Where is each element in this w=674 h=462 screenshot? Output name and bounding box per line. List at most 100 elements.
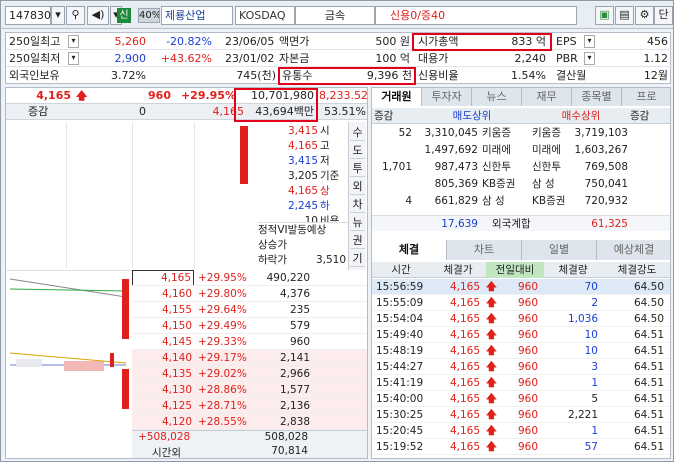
trade-row: 15:55:09 4,165 🡅 960 2 64.50 bbox=[372, 295, 670, 311]
side-tab[interactable]: 투 bbox=[350, 160, 365, 177]
broker-change bbox=[372, 176, 412, 192]
value-change-price: 4,165 bbox=[212, 105, 245, 118]
trade-col-strength: 체결강도 bbox=[617, 264, 657, 276]
excel-icon[interactable]: ▣ bbox=[595, 6, 614, 25]
trade-col-price: 체결가 bbox=[443, 264, 473, 276]
ladder-row[interactable]: 4,150 +29.49% 579 bbox=[132, 318, 367, 334]
trade-strength: 64.51 bbox=[633, 393, 664, 405]
ladder-row[interactable]: 4,130 +28.86% 1,577 bbox=[132, 382, 367, 398]
layout-icon[interactable]: ▤ bbox=[615, 6, 634, 25]
side-tab[interactable]: 외 bbox=[350, 178, 365, 195]
ladder-row[interactable]: 4,160 +29.80% 4,376 bbox=[132, 286, 367, 302]
dropdown-arrow-icon[interactable]: ▾ bbox=[584, 52, 595, 65]
label-250-low: 250일최저 bbox=[9, 52, 61, 65]
search-icon[interactable]: ⚲ bbox=[66, 6, 85, 25]
label-capital: 자본금 bbox=[279, 52, 310, 65]
trade-diff: 960 bbox=[517, 441, 538, 453]
trade-price: 4,165 bbox=[449, 393, 480, 405]
ladder-row[interactable]: 4,125 +28.71% 2,136 bbox=[132, 398, 367, 414]
side-tab[interactable]: 권 bbox=[350, 232, 365, 249]
ladder-row[interactable]: 4,135 +29.02% 2,966 bbox=[132, 366, 367, 382]
side-tab[interactable]: 차 bbox=[350, 196, 365, 213]
dropdown-arrow-icon[interactable]: ▾ bbox=[584, 35, 595, 48]
ladder-row[interactable]: 4,165 +29.95% 490,220 bbox=[132, 270, 367, 286]
trade-time: 15:54:04 bbox=[376, 313, 424, 325]
summary-key: 저 bbox=[320, 155, 330, 167]
trade-row: 15:40:00 4,165 🡅 960 5 64.51 bbox=[372, 391, 670, 407]
broker-tab[interactable]: 투자자 bbox=[422, 88, 472, 106]
side-tab[interactable]: 도 bbox=[350, 142, 365, 159]
trade-price: 4,165 bbox=[449, 329, 480, 341]
trade-qty: 1,036 bbox=[567, 313, 598, 325]
broker-tab[interactable]: 뉴스 bbox=[472, 88, 522, 106]
broker-tab[interactable]: 프로 bbox=[622, 88, 670, 106]
stock-code-input[interactable]: 147830 bbox=[5, 6, 51, 25]
ladder-row[interactable]: 4,140 +29.17% 2,141 bbox=[132, 350, 367, 366]
ladder-price: 4,155 bbox=[161, 304, 192, 316]
broker-tab[interactable]: 거래원 bbox=[372, 88, 422, 106]
dropdown-arrow-icon[interactable]: ▾ bbox=[68, 52, 79, 65]
broker-tabs: 거래원 투자자 뉴스 재무 종목별 프로 bbox=[372, 88, 670, 106]
trade-time: 15:49:40 bbox=[376, 329, 424, 341]
broker-row: 52 3,310,045 키움증 키움증 3,719,103 bbox=[372, 125, 670, 141]
trade-price: 4,165 bbox=[449, 409, 480, 421]
summary-value: 3,415 bbox=[287, 125, 318, 137]
ladder-qty: 235 bbox=[289, 304, 310, 316]
trade-strength: 64.50 bbox=[633, 297, 664, 309]
broker-sell-qty: 3,310,045 bbox=[424, 127, 478, 139]
dropdown-arrow-icon[interactable]: ▾ bbox=[68, 35, 79, 48]
stock-name-field[interactable]: 제룡산업 bbox=[161, 6, 233, 25]
gear-icon[interactable]: ⚙ bbox=[635, 6, 654, 25]
trade-diff: 960 bbox=[517, 409, 538, 421]
trade-time: 15:30:25 bbox=[376, 409, 424, 421]
price-rate: +29.95% bbox=[180, 89, 236, 102]
side-tab[interactable]: 뉴 bbox=[350, 214, 365, 231]
summary-value: 4,165 bbox=[287, 185, 318, 197]
arrow-up-icon: 🡅 bbox=[76, 89, 88, 102]
trade-strength: 64.50 bbox=[633, 313, 664, 325]
trade-row: 15:30:25 4,165 🡅 960 2,221 64.51 bbox=[372, 407, 670, 423]
ladder-row[interactable]: 4,155 +29.64% 235 bbox=[132, 302, 367, 318]
ladder-qty: 960 bbox=[289, 336, 310, 348]
ladder-qty: 2,136 bbox=[279, 400, 310, 412]
mini-chart-svg bbox=[9, 278, 129, 409]
trade-price: 4,165 bbox=[449, 281, 480, 293]
ladder-row[interactable]: 4,145 +29.33% 960 bbox=[132, 334, 367, 350]
trade-tab[interactable]: 차트 bbox=[447, 240, 522, 260]
arrow-up-icon: 🡅 bbox=[486, 377, 497, 389]
trade-qty: 10 bbox=[584, 329, 598, 341]
market-field: KOSDAQ bbox=[235, 6, 295, 25]
toolbar: 147830 ▾ ⚲ ◀) ▾ 신 40% 제룡산업 KOSDAQ 금속 신용0… bbox=[2, 2, 673, 29]
vi-title: 정적VI발동예상 bbox=[258, 224, 327, 236]
trade-diff: 960 bbox=[517, 361, 538, 373]
info-panel: 250일최고 ▾ 5,260 -20.82% 23/06/05 액면가 500 … bbox=[5, 32, 672, 85]
value-foreign-holding: 3.72% bbox=[111, 69, 146, 82]
trade-price: 4,165 bbox=[449, 441, 480, 453]
broker-sell-qty: 1,497,692 bbox=[424, 144, 478, 156]
ladder-price: 4,165 bbox=[132, 270, 194, 285]
dropdown-arrow-icon[interactable]: ▾ bbox=[51, 6, 65, 25]
ladder-row[interactable]: 4,120 +28.55% 2,838 bbox=[132, 414, 367, 430]
trade-tab[interactable]: 예상체결 bbox=[597, 240, 670, 260]
broker-change: 4 bbox=[405, 195, 412, 207]
arrow-up-icon: 🡅 bbox=[486, 425, 497, 437]
value-foreign-shares: 745(천) bbox=[236, 69, 276, 82]
side-tab[interactable]: 수 bbox=[350, 124, 365, 141]
vi-down-label: 하락가 bbox=[258, 254, 287, 266]
summary-key: 시 bbox=[320, 125, 330, 137]
speaker-icon[interactable]: ◀) bbox=[87, 6, 109, 25]
trade-diff: 960 bbox=[517, 425, 538, 437]
foreign-row: 17,639 외국계합 61,325 bbox=[372, 215, 670, 231]
broker-tab[interactable]: 재무 bbox=[522, 88, 572, 106]
broker-col-change: 증감 bbox=[374, 110, 394, 122]
trade-row: 15:20:45 4,165 🡅 960 1 64.51 bbox=[372, 423, 670, 439]
trade-tab[interactable]: 일별 bbox=[522, 240, 597, 260]
broker-tab[interactable]: 종목별 bbox=[572, 88, 622, 106]
broker-buy-qty: 1,603,267 bbox=[574, 144, 628, 156]
side-tab[interactable]: 기 bbox=[350, 250, 365, 267]
sector-field: 금속 bbox=[295, 6, 375, 25]
single-mode-button[interactable]: 단 bbox=[654, 6, 673, 25]
broker-sell-name: 신한투 bbox=[482, 161, 511, 173]
arrow-up-icon: 🡅 bbox=[486, 313, 497, 325]
trade-tab[interactable]: 체결 bbox=[372, 240, 447, 260]
